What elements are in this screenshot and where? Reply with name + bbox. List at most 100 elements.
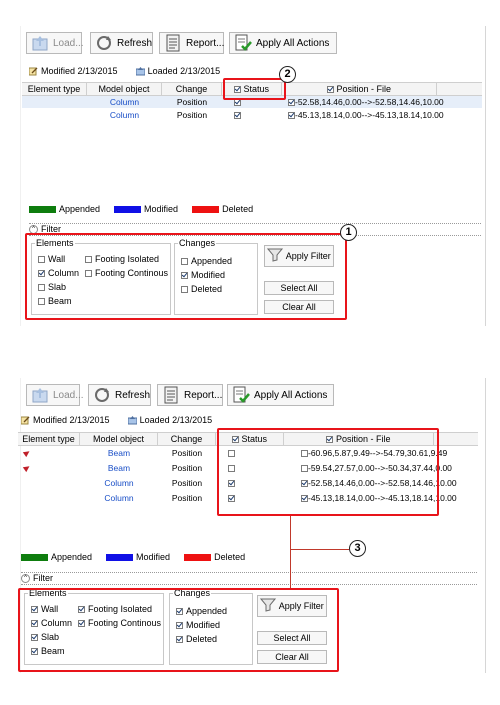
callout-2: 2 — [279, 66, 296, 83]
col-position-file[interactable]: Position - File — [282, 83, 437, 95]
change-cell: Position — [171, 463, 203, 473]
legend-modified: Modified — [114, 204, 178, 214]
status-line: Modified 2/13/2015 Loaded 2/13/2015 — [28, 66, 221, 76]
refresh-icon — [93, 386, 111, 404]
legend-modified: Modified — [106, 552, 170, 562]
col-model-object[interactable]: Model object — [87, 83, 162, 95]
legend-deleted-label: Deleted — [214, 552, 246, 562]
loaded-text: Loaded 2/13/2015 — [147, 66, 221, 76]
loaded-icon — [127, 415, 138, 425]
callout-connector-horizontal — [290, 549, 349, 550]
status-checkbox[interactable] — [234, 99, 241, 107]
position-text: -45.13,18.14,0.00-->-45.13,18.14,10.00 — [295, 110, 444, 120]
legend-appended-label: Appended — [59, 204, 101, 214]
highlight-status-header — [223, 78, 286, 100]
highlight-grid-status-columns — [217, 428, 439, 516]
model-object-link[interactable]: Beam — [80, 447, 158, 459]
expand-chevron-icon[interactable]: ^ — [21, 574, 30, 584]
model-object-link[interactable]: Column — [80, 477, 158, 489]
status-cell — [234, 109, 254, 121]
legend: Appended Modified Deleted — [29, 204, 253, 214]
report-button[interactable]: Report... — [157, 384, 223, 406]
change-cell: Position — [176, 97, 208, 107]
refresh-label: Refresh — [115, 389, 151, 401]
load-button[interactable]: Load... — [26, 32, 84, 54]
col-model-object[interactable]: Model object — [80, 433, 158, 445]
apply-all-icon — [234, 34, 252, 52]
model-object-link[interactable]: Beam — [80, 462, 158, 474]
load-label: Load... — [53, 389, 84, 401]
position-text: -52.58,14.46,0.00-->-52.58,14.46,10.00 — [295, 97, 444, 107]
element-type-cell — [22, 462, 36, 474]
appended-swatch — [29, 206, 56, 214]
position-cell: -52.58,14.46,0.00-->-52.58,14.46,10.00 — [288, 96, 448, 108]
loaded-status: Loaded 2/13/2015 — [135, 66, 221, 76]
modified-swatch — [106, 554, 134, 562]
deleted-arrow-icon — [22, 463, 32, 473]
col-element-type[interactable]: Element type — [22, 83, 87, 95]
position-cell: -45.13,18.14,0.00-->-45.13,18.14,10.00 — [288, 109, 448, 121]
change-cell: Position — [171, 478, 203, 488]
col-change[interactable]: Change — [158, 433, 216, 445]
load-icon — [31, 34, 49, 52]
col-position-label: Position - File — [336, 84, 392, 94]
element-type-cell — [22, 447, 36, 459]
load-button[interactable]: Load... — [26, 384, 84, 406]
model-object-link[interactable]: Column — [87, 109, 162, 121]
table-row[interactable]: Column Position -45.13,18.14,0.00-->-45.… — [22, 109, 482, 121]
loaded-icon — [135, 66, 146, 76]
modified-text: Modified 2/13/2015 — [41, 66, 118, 76]
deleted-swatch — [192, 206, 220, 214]
legend-modified-label: Modified — [144, 204, 179, 214]
deleted-swatch — [184, 554, 212, 562]
status-line: Modified 2/13/2015 Loaded 2/13/2015 — [20, 415, 213, 425]
model-object-link[interactable]: Column — [80, 492, 158, 504]
status-checkbox[interactable] — [234, 112, 241, 120]
highlight-filter-area — [18, 588, 339, 672]
apply-all-icon — [232, 386, 250, 404]
model-object-link[interactable]: Column — [87, 96, 162, 108]
report-label: Report... — [186, 37, 225, 49]
legend-deleted: Deleted — [184, 552, 245, 562]
callout-connector-vertical — [290, 516, 291, 588]
apply-all-actions-button[interactable]: Apply All Actions — [229, 32, 337, 54]
filter-bar[interactable]: ^ Filter — [21, 572, 477, 585]
highlight-filter-area — [25, 233, 347, 320]
modified-status: Modified 2/13/2015 — [20, 415, 110, 425]
callout-3: 3 — [349, 540, 366, 557]
refresh-button[interactable]: Refresh — [90, 32, 153, 54]
deleted-arrow-icon — [22, 448, 32, 458]
legend-deleted: Deleted — [192, 204, 253, 214]
col-element-type[interactable]: Element type — [18, 433, 80, 445]
callout-1: 1 — [340, 224, 357, 241]
report-label: Report... — [184, 389, 223, 401]
apply-all-actions-button[interactable]: Apply All Actions — [227, 384, 334, 406]
refresh-button[interactable]: Refresh — [88, 384, 151, 406]
refresh-icon — [95, 34, 113, 52]
report-button[interactable]: Report... — [159, 32, 224, 54]
apply-all-label: Apply All Actions — [256, 37, 330, 49]
filter-label: Filter — [33, 573, 53, 583]
loaded-status: Loaded 2/13/2015 — [127, 415, 213, 425]
loaded-text: Loaded 2/13/2015 — [139, 415, 213, 425]
legend: Appended Modified Deleted — [21, 552, 245, 562]
page: Load... Refresh Report... Apply All Acti… — [0, 0, 500, 705]
appended-swatch — [21, 554, 48, 562]
modified-icon — [28, 67, 38, 76]
refresh-label: Refresh — [117, 37, 153, 49]
modified-swatch — [114, 206, 142, 214]
file-checkbox[interactable] — [288, 99, 295, 107]
file-all-checkbox[interactable] — [326, 86, 334, 94]
load-label: Load... — [53, 37, 84, 49]
modified-icon — [20, 416, 30, 425]
change-cell: Position — [176, 110, 208, 120]
legend-appended: Appended — [21, 552, 92, 562]
file-checkbox[interactable] — [288, 112, 295, 120]
modified-text: Modified 2/13/2015 — [33, 415, 110, 425]
legend-modified-label: Modified — [136, 552, 171, 562]
col-change[interactable]: Change — [162, 83, 222, 95]
change-cell: Position — [171, 448, 203, 458]
modified-status: Modified 2/13/2015 — [28, 66, 118, 76]
load-icon — [31, 386, 49, 404]
change-cell: Position — [171, 493, 203, 503]
